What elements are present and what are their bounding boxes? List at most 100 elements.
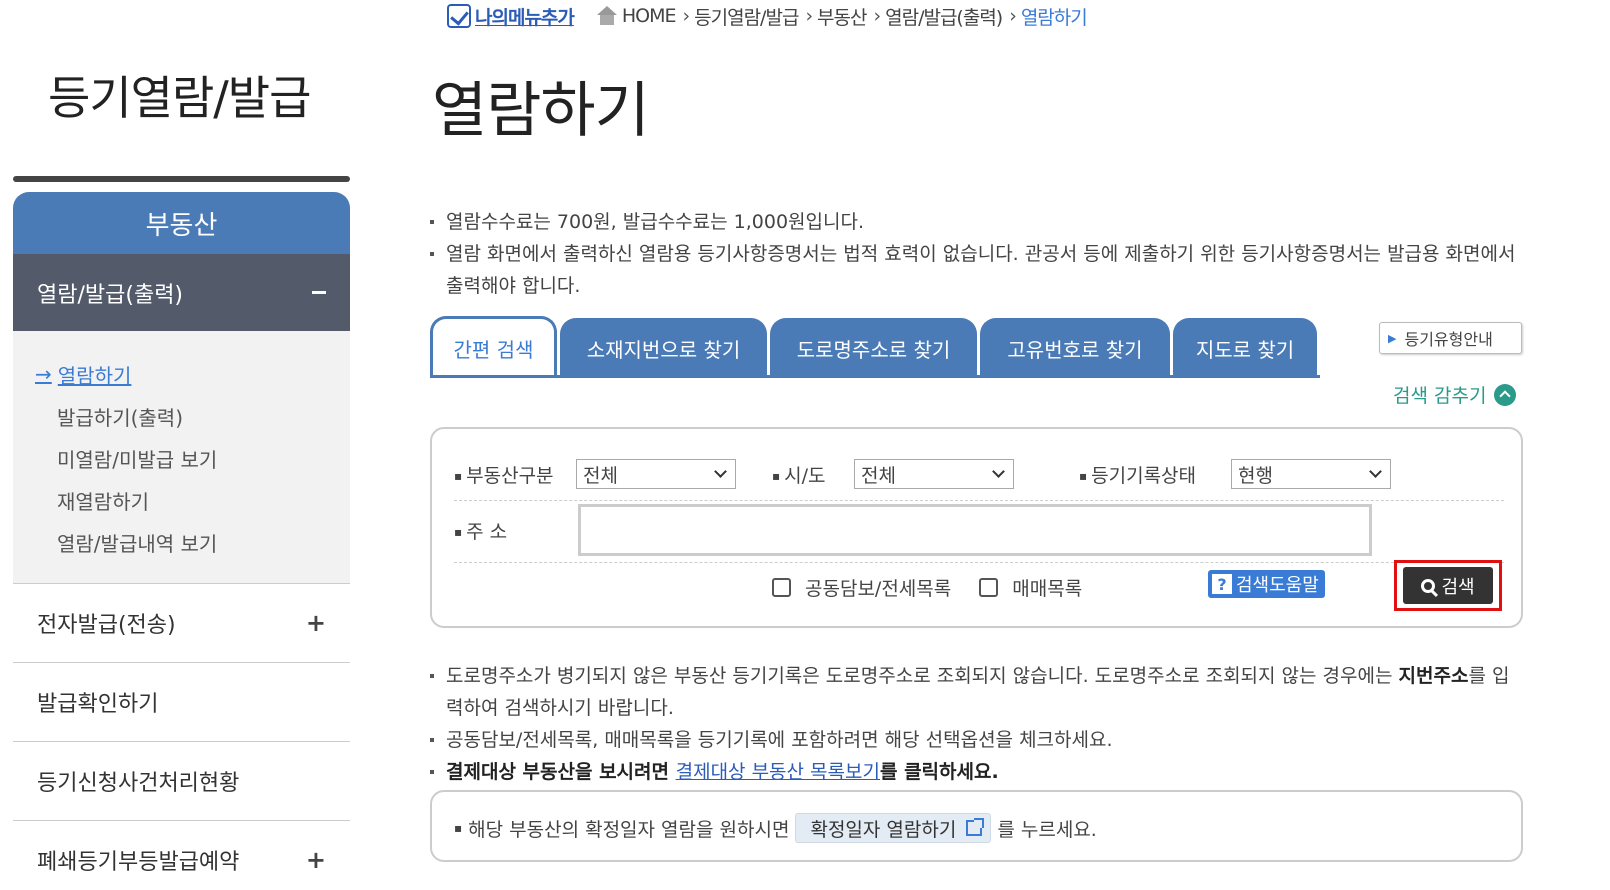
breadcrumb-current: 열람하기: [1020, 6, 1088, 29]
select-value: 전체: [861, 464, 896, 487]
expand-icon[interactable]: +: [306, 846, 326, 874]
sidebar-item-issue[interactable]: 발급하기(출력): [35, 395, 350, 437]
notice-item: 열람수수료는 700원, 발급수수료는 1,000원입니다.: [430, 206, 1520, 238]
notice-item: 도로명주소가 병기되지 않은 부동산 등기기록은 도로명주소로 조회되지 않습니…: [430, 660, 1520, 724]
sidebar-group-label: 폐쇄등기부등발급예약: [37, 850, 240, 875]
chevron-right-icon: ›: [805, 5, 813, 27]
tab-simple-search[interactable]: 간편 검색: [430, 316, 557, 378]
breadcrumb-registry[interactable]: 등기열람/발급: [694, 3, 799, 30]
triangle-right-icon: ▶: [1388, 331, 1397, 345]
expand-icon[interactable]: +: [306, 609, 326, 637]
sidebar-header[interactable]: 부동산: [13, 192, 350, 254]
confirmed-date-line: ▪ 해당 부동산의 확정일자 열람을 원하시면 확정일자 열람하기 를 누르세요…: [454, 813, 1097, 843]
joint-collateral-checkbox[interactable]: [772, 578, 791, 597]
property-type-label: 부동산구분: [454, 461, 553, 488]
checkbox-icon: [447, 4, 471, 28]
confirmed-date-text: 를 누르세요.: [997, 818, 1097, 841]
property-type-select[interactable]: 전체: [576, 459, 736, 489]
search-notice: 도로명주소가 병기되지 않은 부동산 등기기록은 도로명주소로 조회되지 않습니…: [430, 660, 1520, 788]
notice-item: 결제대상 부동산을 보시려면 결제대상 부동산 목록보기를 클릭하세요.: [430, 756, 1520, 788]
divider: [13, 176, 350, 182]
search-tabs: 간편 검색 소재지번으로 찾기 도로명주소로 찾기 고유번호로 찾기 지도로 찾…: [430, 316, 1320, 378]
search-button-label: 검색: [1441, 576, 1475, 598]
collapse-icon[interactable]: [312, 291, 326, 294]
fee-notice: 열람수수료는 700원, 발급수수료는 1,000원입니다. 열람 화면에서 출…: [430, 206, 1520, 302]
breadcrumb-home[interactable]: HOME: [622, 5, 677, 27]
search-help-button[interactable]: ? 검색도움말: [1208, 570, 1325, 598]
notice-emphasis: 지번주소: [1398, 665, 1469, 687]
sidebar-group-e-issue[interactable]: 전자발급(전송) +: [13, 584, 350, 663]
external-link-icon: [966, 818, 985, 836]
home-icon[interactable]: [596, 6, 618, 26]
sidebar-group-issue-check[interactable]: 발급확인하기: [13, 663, 350, 742]
region-label: 시/도: [772, 461, 825, 488]
record-status-label: 등기기록상태: [1079, 461, 1196, 488]
page-title: 열람하기: [432, 76, 650, 146]
trade-list-checkbox[interactable]: [979, 578, 999, 597]
sidebar-group-view-issue[interactable]: 열람/발급(출력): [13, 254, 350, 331]
sidebar-item-unviewed[interactable]: 미열람/미발급 보기: [35, 437, 350, 479]
add-my-menu-label: 나의메뉴추가: [475, 6, 575, 29]
confirmed-date-text: 해당 부동산의 확정일자 열람을 원하시면: [468, 818, 790, 841]
trade-list-label: 매매목록: [1012, 578, 1083, 600]
sidebar-item-label: 열람하기: [57, 363, 132, 388]
sidebar-item-history[interactable]: 열람/발급내역 보기: [35, 521, 350, 563]
registry-type-guide-button[interactable]: ▶ 등기유형안내: [1379, 322, 1522, 354]
sidebar-group-closed-reservation[interactable]: 폐쇄등기부등발급예약 +: [13, 821, 350, 890]
payment-list-link[interactable]: 결제대상 부동산 목록보기: [676, 761, 880, 783]
chevron-right-icon: ›: [873, 5, 882, 27]
search-form: 부동산구분 전체 시/도 전체 등기기록상태 현행 주 소 공동담보/전세목록 …: [430, 427, 1523, 628]
arrow-right-icon: →: [35, 362, 52, 386]
breadcrumb-realestate[interactable]: 부동산: [817, 3, 867, 30]
chevron-up-icon: [1494, 383, 1517, 406]
chevron-down-icon: [992, 465, 1005, 478]
filter-row: 부동산구분 전체 시/도 전체 등기기록상태 현행: [454, 459, 1504, 501]
address-input[interactable]: [578, 504, 1372, 556]
notice-text: 를 클릭하세요.: [879, 761, 999, 783]
breadcrumb: 나의메뉴추가 HOME › 등기열람/발급 › 부동산 › 열람/발급(출력) …: [447, 3, 1088, 30]
confirmed-date-box: ▪ 해당 부동산의 확정일자 열람을 원하시면 확정일자 열람하기 를 누르세요…: [430, 790, 1523, 862]
add-my-menu-link[interactable]: 나의메뉴추가: [447, 3, 575, 30]
search-button[interactable]: 검색: [1403, 567, 1493, 604]
search-button-highlight: 검색: [1394, 560, 1502, 611]
chevron-right-icon: ›: [682, 5, 691, 27]
chevron-down-icon: [1369, 465, 1382, 478]
notice-item: 공동담보/전세목록, 매매목록을 등기기록에 포함하려면 해당 선택옵션을 체크…: [430, 724, 1520, 756]
confirmed-date-button[interactable]: 확정일자 열람하기: [795, 813, 992, 843]
tab-map[interactable]: 지도로 찾기: [1173, 318, 1317, 378]
chevron-down-icon: [714, 465, 727, 478]
tab-lot-number[interactable]: 소재지번으로 찾기: [560, 318, 767, 378]
hide-search-toggle[interactable]: 검색 감추기: [1393, 381, 1517, 408]
address-row: 주 소: [454, 501, 1504, 563]
notice-text: 도로명주소가 병기되지 않은 부동산 등기기록은 도로명주소로 조회되지 않습니…: [446, 665, 1399, 687]
chevron-right-icon: ›: [1009, 5, 1017, 27]
search-icon: [1421, 578, 1436, 593]
question-icon: ?: [1212, 574, 1232, 594]
sidebar-item-review[interactable]: 재열람하기: [35, 479, 350, 521]
region-select[interactable]: 전체: [854, 459, 1014, 489]
type-guide-label: 등기유형안내: [1404, 330, 1493, 349]
joint-collateral-label: 공동담보/전세목록: [805, 578, 952, 600]
sidebar-group-label: 열람/발급(출력): [37, 282, 184, 308]
bullet: ▪: [454, 821, 463, 835]
notice-text: 결제대상 부동산을 보시려면: [446, 761, 676, 783]
breadcrumb-view-issue[interactable]: 열람/발급(출력): [885, 3, 1003, 30]
search-options: 공동담보/전세목록 매매목록: [772, 574, 1082, 601]
sidebar-item-view[interactable]: → 열람하기: [35, 353, 350, 395]
select-value: 전체: [583, 464, 618, 487]
hide-search-label: 검색 감추기: [1393, 385, 1487, 407]
select-value: 현행: [1238, 464, 1273, 487]
search-help-label: 검색도움말: [1236, 575, 1319, 596]
notice-item: 열람 화면에서 출력하신 열람용 등기사항증명서는 법적 효력이 없습니다. 관…: [430, 238, 1520, 302]
confirmed-date-button-label: 확정일자 열람하기: [810, 818, 957, 841]
sidebar-group-label: 등기신청사건처리현황: [37, 771, 240, 796]
record-status-select[interactable]: 현행: [1231, 459, 1391, 489]
address-label: 주 소: [454, 517, 507, 544]
tab-underline: [430, 375, 1320, 378]
sidebar-group-case-status[interactable]: 등기신청사건처리현황: [13, 742, 350, 821]
section-title: 등기열람/발급: [48, 71, 311, 125]
sidebar-group-label: 전자발급(전송): [37, 613, 176, 638]
tab-road-address[interactable]: 도로명주소로 찾기: [770, 318, 977, 378]
sidebar: 부동산 열람/발급(출력) → 열람하기 발급하기(출력) 미열람/미발급 보기 …: [13, 176, 350, 890]
tab-unique-number[interactable]: 고유번호로 찾기: [980, 318, 1170, 378]
